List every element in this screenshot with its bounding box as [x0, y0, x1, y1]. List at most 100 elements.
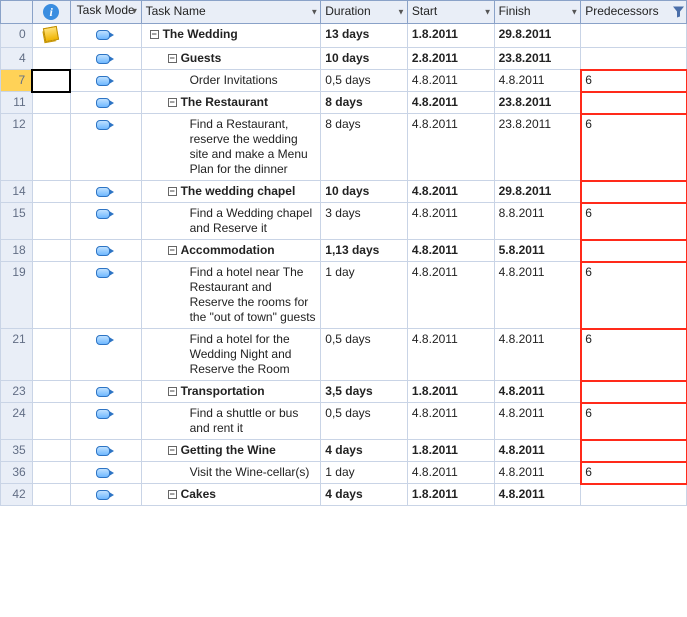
row-number[interactable]: 19 — [1, 262, 33, 329]
indicators-cell[interactable] — [32, 48, 70, 70]
predecessors-cell[interactable] — [581, 484, 687, 506]
row-number[interactable]: 12 — [1, 114, 33, 181]
task-mode-cell[interactable] — [70, 329, 141, 381]
finish-cell[interactable]: 4.8.2011 — [494, 329, 581, 381]
task-name-cell[interactable]: Order Invitations — [141, 70, 321, 92]
task-mode-cell[interactable] — [70, 462, 141, 484]
row-number[interactable]: 7 — [1, 70, 33, 92]
finish-cell[interactable]: 29.8.2011 — [494, 181, 581, 203]
duration-cell[interactable]: 10 days — [321, 48, 408, 70]
start-cell[interactable]: 4.8.2011 — [407, 181, 494, 203]
indicators-cell[interactable] — [32, 484, 70, 506]
duration-cell[interactable]: 13 days — [321, 24, 408, 48]
outline-toggle[interactable]: − — [168, 246, 177, 255]
finish-cell[interactable]: 4.8.2011 — [494, 440, 581, 462]
finish-cell[interactable]: 4.8.2011 — [494, 262, 581, 329]
task-mode-cell[interactable] — [70, 70, 141, 92]
task-name-cell[interactable]: Find a Restaurant, reserve the wedding s… — [141, 114, 321, 181]
table-row[interactable]: 23−Transportation3,5 days1.8.20114.8.201… — [1, 381, 687, 403]
predecessors-cell[interactable]: 6 — [581, 403, 687, 440]
predecessors-cell[interactable]: 6 — [581, 462, 687, 484]
finish-cell[interactable]: 23.8.2011 — [494, 48, 581, 70]
row-number[interactable]: 14 — [1, 181, 33, 203]
table-row[interactable]: 21 Find a hotel for the Wedding Night and… — [1, 329, 687, 381]
filter-icon[interactable] — [673, 7, 684, 18]
predecessors-cell[interactable]: 6 — [581, 262, 687, 329]
indicators-cell[interactable] — [32, 24, 70, 48]
row-number[interactable]: 36 — [1, 462, 33, 484]
task-mode-cell[interactable] — [70, 440, 141, 462]
duration-cell[interactable]: 3,5 days — [321, 381, 408, 403]
finish-cell[interactable]: 23.8.2011 — [494, 92, 581, 114]
start-cell[interactable]: 4.8.2011 — [407, 262, 494, 329]
duration-cell[interactable]: 1 day — [321, 462, 408, 484]
outline-toggle[interactable]: − — [150, 30, 159, 39]
row-number[interactable]: 21 — [1, 329, 33, 381]
indicators-cell[interactable] — [32, 203, 70, 240]
finish-cell[interactable]: 29.8.2011 — [494, 24, 581, 48]
finish-cell[interactable]: 8.8.2011 — [494, 203, 581, 240]
header-start[interactable]: Start ▼ — [407, 1, 494, 24]
outline-toggle[interactable]: − — [168, 187, 177, 196]
table-row[interactable]: 0−The Wedding13 days1.8.201129.8.2011 — [1, 24, 687, 48]
duration-cell[interactable]: 4 days — [321, 484, 408, 506]
start-cell[interactable]: 1.8.2011 — [407, 381, 494, 403]
predecessors-cell[interactable]: 6 — [581, 114, 687, 181]
start-cell[interactable]: 1.8.2011 — [407, 24, 494, 48]
table-row[interactable]: 18−Accommodation1,13 days4.8.20115.8.201… — [1, 240, 687, 262]
table-row[interactable]: 35−Getting the Wine4 days1.8.20114.8.201… — [1, 440, 687, 462]
finish-cell[interactable]: 4.8.2011 — [494, 484, 581, 506]
duration-cell[interactable]: 0,5 days — [321, 403, 408, 440]
header-task-mode[interactable]: Task Mode ▼ — [70, 1, 141, 24]
task-name-cell[interactable]: Visit the Wine-cellar(s) — [141, 462, 321, 484]
start-cell[interactable]: 4.8.2011 — [407, 240, 494, 262]
table-row[interactable]: 42−Cakes4 days1.8.20114.8.2011 — [1, 484, 687, 506]
outline-toggle[interactable]: − — [168, 446, 177, 455]
start-cell[interactable]: 4.8.2011 — [407, 70, 494, 92]
outline-toggle[interactable]: − — [168, 98, 177, 107]
table-row[interactable]: 19 Find a hotel near The Restaurant and R… — [1, 262, 687, 329]
indicators-cell[interactable] — [32, 181, 70, 203]
header-predecessors[interactable]: Predecessors — [581, 1, 687, 24]
indicators-cell[interactable] — [32, 462, 70, 484]
task-name-cell[interactable]: Find a shuttle or bus and rent it — [141, 403, 321, 440]
task-name-cell[interactable]: Find a hotel near The Restaurant and Res… — [141, 262, 321, 329]
start-cell[interactable]: 4.8.2011 — [407, 203, 494, 240]
duration-cell[interactable]: 4 days — [321, 440, 408, 462]
predecessors-cell[interactable]: 6 — [581, 203, 687, 240]
finish-cell[interactable]: 4.8.2011 — [494, 381, 581, 403]
task-name-cell[interactable]: Find a hotel for the Wedding Night and R… — [141, 329, 321, 381]
predecessors-cell[interactable] — [581, 92, 687, 114]
indicators-cell[interactable] — [32, 329, 70, 381]
dropdown-icon[interactable]: ▼ — [131, 8, 139, 17]
task-mode-cell[interactable] — [70, 203, 141, 240]
task-grid[interactable]: i Task Mode ▼ Task Name ▼ Duration ▼ Sta… — [0, 0, 687, 506]
task-name-cell[interactable]: −Getting the Wine — [141, 440, 321, 462]
outline-toggle[interactable]: − — [168, 54, 177, 63]
table-row[interactable]: 11−The Restaurant8 days4.8.201123.8.2011 — [1, 92, 687, 114]
row-number[interactable]: 11 — [1, 92, 33, 114]
predecessors-cell[interactable]: 6 — [581, 70, 687, 92]
task-mode-cell[interactable] — [70, 381, 141, 403]
task-mode-cell[interactable] — [70, 484, 141, 506]
task-mode-cell[interactable] — [70, 114, 141, 181]
row-number[interactable]: 0 — [1, 24, 33, 48]
row-number[interactable]: 18 — [1, 240, 33, 262]
indicators-cell[interactable] — [32, 240, 70, 262]
finish-cell[interactable]: 23.8.2011 — [494, 114, 581, 181]
start-cell[interactable]: 4.8.2011 — [407, 403, 494, 440]
duration-cell[interactable]: 1,13 days — [321, 240, 408, 262]
indicators-cell[interactable] — [32, 92, 70, 114]
predecessors-cell[interactable] — [581, 381, 687, 403]
indicators-cell[interactable] — [32, 262, 70, 329]
header-duration[interactable]: Duration ▼ — [321, 1, 408, 24]
header-task-name[interactable]: Task Name ▼ — [141, 1, 321, 24]
header-flag[interactable]: i — [32, 1, 70, 24]
dropdown-icon[interactable]: ▼ — [397, 8, 405, 17]
row-number[interactable]: 4 — [1, 48, 33, 70]
row-number[interactable]: 42 — [1, 484, 33, 506]
task-name-cell[interactable]: Find a Wedding chapel and Reserve it — [141, 203, 321, 240]
duration-cell[interactable]: 8 days — [321, 114, 408, 181]
start-cell[interactable]: 1.8.2011 — [407, 484, 494, 506]
indicators-cell[interactable] — [32, 114, 70, 181]
